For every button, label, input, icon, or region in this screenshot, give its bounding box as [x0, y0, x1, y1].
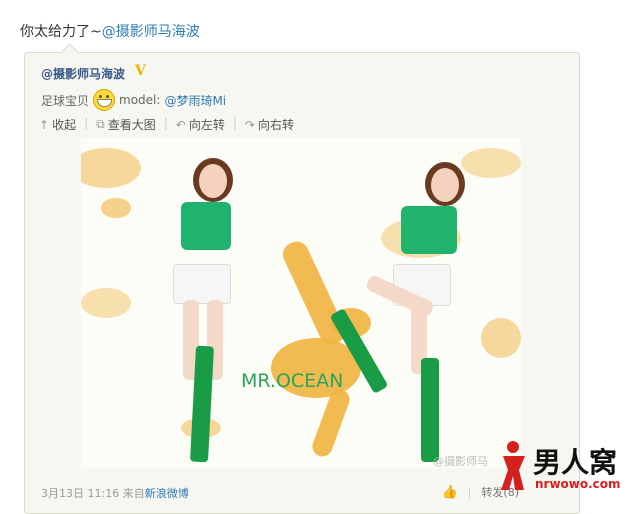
post-mention-link[interactable]: @摄影师马海波: [102, 24, 200, 40]
view-large-label: 查看大图: [107, 118, 156, 132]
view-large-button[interactable]: ⧉ 查看大图: [96, 116, 164, 133]
caption-text: 足球宝贝: [41, 93, 90, 108]
model-mention-link[interactable]: @梦雨琦Mi: [164, 92, 226, 109]
site-watermark-logo: 男人窝 nrwowo.com: [495, 438, 634, 502]
divider: |: [232, 116, 237, 130]
post-footer-meta: 3月13日 11:16 来自新浪微博: [41, 485, 189, 501]
divider: |: [84, 116, 89, 130]
post-text-prefix: 你太给力了~: [20, 24, 102, 40]
verified-badge-icon: V: [135, 63, 146, 79]
rotate-left-label: 向左转: [188, 118, 225, 132]
paint-splash: [461, 148, 521, 178]
collapse-button[interactable]: ↑ 收起: [39, 116, 84, 133]
divider: |: [163, 116, 168, 130]
rotate-left-icon: ↶: [175, 117, 186, 132]
caption-model-label: model:: [119, 93, 161, 107]
running-figure-icon: [501, 441, 525, 490]
rotate-left-button[interactable]: ↶ 向左转: [176, 116, 233, 133]
external-link-icon: ⧉: [96, 117, 105, 131]
mr-ocean-logo: MR.OCEAN: [241, 370, 344, 392]
image-actions-bar: ↑ 收起 | ⧉ 查看大图 | ↶ 向左转 | ↷ 向右转: [39, 116, 302, 133]
thumbs-up-icon[interactable]: 👍: [442, 485, 458, 500]
rotate-right-label: 向右转: [257, 118, 294, 132]
site-name: 男人窝: [533, 446, 618, 479]
post-text: 你太给力了~@摄影师马海波: [20, 21, 200, 41]
rotate-right-icon: ↷: [244, 117, 255, 132]
photo-credit-watermark: @摄影师马: [433, 455, 488, 468]
collapse-label: 收起: [52, 118, 77, 132]
paint-splash: [481, 318, 521, 358]
site-url: nrwowo.com: [535, 477, 621, 491]
source-link[interactable]: 新浪微博: [145, 487, 189, 500]
grin-emoji-icon: [93, 89, 116, 111]
arrow-up-icon: ↑: [39, 117, 50, 132]
original-author-link[interactable]: @摄影师马海波: [41, 65, 125, 82]
divider: |: [467, 485, 472, 499]
card-caret: [60, 43, 79, 62]
original-caption: 足球宝贝 model: @梦雨琦Mi: [41, 89, 226, 111]
paint-splash: [101, 198, 131, 218]
post-timestamp[interactable]: 3月13日 11:16: [41, 487, 119, 500]
rotate-right-button[interactable]: ↷ 向右转: [245, 116, 302, 133]
paint-splash: [81, 288, 131, 318]
paint-splash: [81, 148, 141, 188]
post-photo[interactable]: MR.OCEAN @摄影师马: [81, 138, 521, 468]
from-label: 来自: [122, 487, 145, 500]
